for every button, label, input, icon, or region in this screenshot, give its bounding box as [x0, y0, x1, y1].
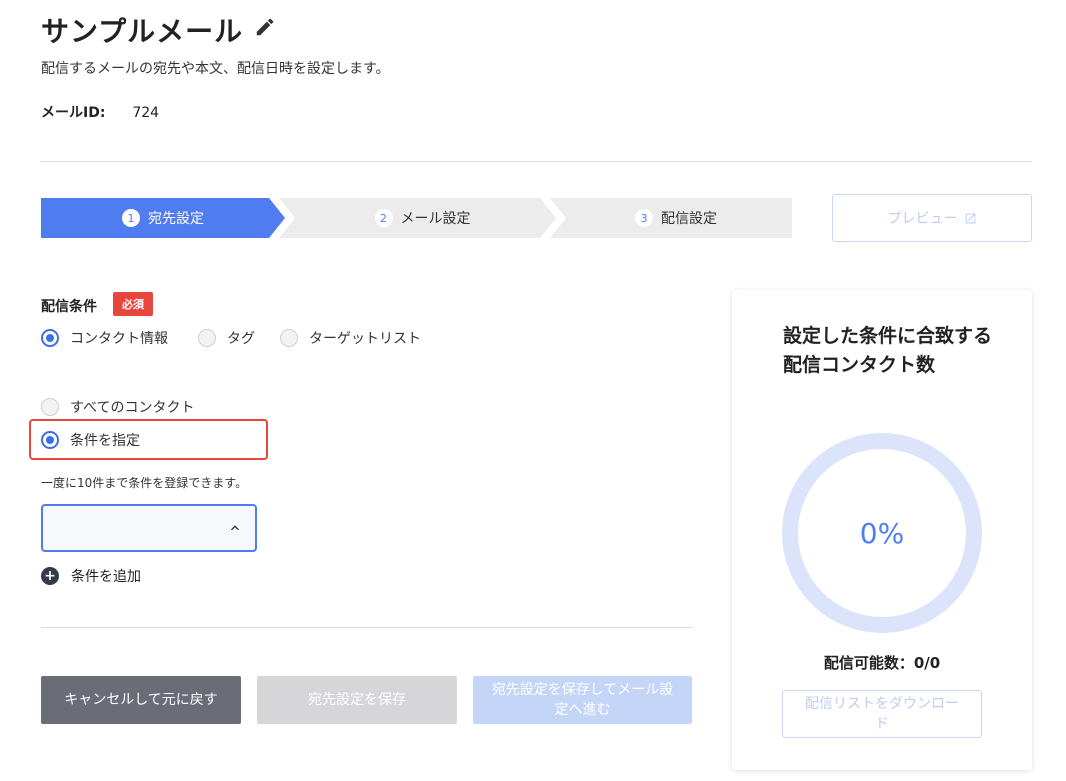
- radio-unchecked-icon[interactable]: [198, 329, 216, 347]
- cancel-button[interactable]: キャンセルして元に戻す: [41, 676, 241, 724]
- step-mail[interactable]: 2 メール設定: [279, 198, 556, 238]
- required-badge: 必須: [113, 292, 153, 316]
- step-label: 配信設定: [661, 211, 717, 227]
- conditions-label: 配信条件: [41, 299, 97, 315]
- summary-card: 設定した条件に合致する配信コンタクト数 0% 配信可能数：0/0 配信リストをダ…: [732, 290, 1032, 770]
- step-number: 1: [122, 209, 140, 227]
- preview-button[interactable]: プレビュー: [832, 194, 1032, 242]
- chevron-up-icon: [231, 525, 239, 531]
- divider: [41, 627, 693, 628]
- step-recipient[interactable]: 1 宛先設定: [41, 198, 285, 238]
- stepper: 1 宛先設定 2 メール設定 3 配信設定: [41, 198, 792, 238]
- radio-label: コンタクト情報: [70, 331, 168, 347]
- add-condition-button[interactable]: + 条件を追加: [41, 566, 141, 586]
- radio-checked-icon[interactable]: [41, 431, 59, 449]
- radio-target-list[interactable]: ターゲットリスト: [280, 328, 421, 348]
- preview-label: プレビュー: [887, 211, 958, 227]
- condition-select[interactable]: [41, 504, 257, 552]
- deliverable-count: 配信可能数：0/0: [823, 654, 941, 672]
- page-title: サンプルメール: [41, 15, 244, 48]
- radio-label: すべてのコンタクト: [70, 400, 195, 416]
- radio-all-contacts[interactable]: すべてのコンタクト: [41, 397, 194, 417]
- mail-id: メールID: 724: [41, 102, 159, 122]
- radio-label: タグ: [227, 331, 255, 347]
- pencil-icon[interactable]: [254, 16, 276, 38]
- plus-circle-icon: +: [41, 567, 59, 585]
- add-condition-label: 条件を追加: [71, 569, 141, 585]
- radio-specify-conditions[interactable]: 条件を指定: [41, 430, 140, 450]
- radio-label: ターゲットリスト: [309, 331, 421, 347]
- save-and-next-button[interactable]: 宛先設定を保存してメール設定へ進む: [473, 676, 692, 724]
- download-list-button[interactable]: 配信リストをダウンロード: [782, 690, 982, 738]
- radio-label: 条件を指定: [70, 433, 140, 449]
- percent-label: 0%: [859, 516, 905, 550]
- step-label: 宛先設定: [148, 211, 204, 227]
- radio-checked-icon[interactable]: [41, 329, 59, 347]
- step-delivery[interactable]: 3 配信設定: [550, 198, 792, 238]
- summary-title: 設定した条件に合致する配信コンタクト数: [783, 325, 993, 376]
- conditions-hint: 一度に10件まで条件を登録できます。: [41, 476, 248, 490]
- radio-tag[interactable]: タグ: [198, 328, 255, 348]
- save-recipient-button[interactable]: 宛先設定を保存: [257, 676, 457, 724]
- radio-unchecked-icon[interactable]: [41, 398, 59, 416]
- step-number: 2: [374, 209, 393, 227]
- external-link-icon: [965, 213, 975, 223]
- step-number: 3: [635, 209, 653, 227]
- radio-contact-info[interactable]: コンタクト情報: [41, 328, 168, 348]
- divider: [41, 161, 1032, 162]
- page-description: 配信するメールの宛先や本文、配信日時を設定します。: [41, 61, 390, 77]
- radio-unchecked-icon[interactable]: [280, 329, 298, 347]
- mail-id-label: メールID:: [41, 105, 106, 121]
- mail-id-value: 724: [132, 105, 160, 121]
- step-label: メール設定: [400, 211, 471, 227]
